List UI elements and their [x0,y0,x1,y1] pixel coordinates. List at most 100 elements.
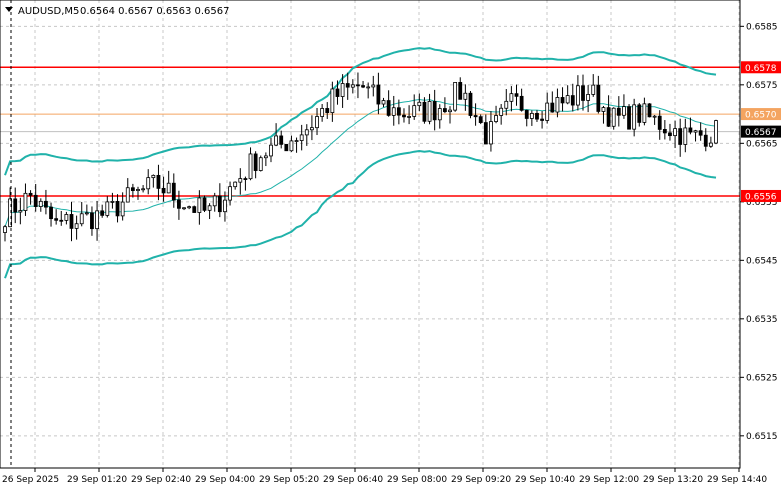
candle-body [100,210,105,216]
candle-body [146,177,151,190]
candle-body [575,85,580,106]
candle-body [529,112,534,119]
candle-body [565,95,570,104]
candle-body [315,116,319,129]
candle-body [207,205,212,211]
candle-body [535,112,539,120]
candle-body [555,97,560,113]
candle-body [683,127,688,145]
chart-symbol: AUDUSD,M5 [18,6,79,17]
x-tick-label: 29 Sep 12:00 [579,475,639,485]
candle-body [627,106,631,130]
candle-body [616,107,621,116]
candle-body [463,92,468,100]
x-tick-label: 29 Sep 05:20 [259,475,319,485]
candle-body [376,84,381,105]
y-tick-label: 0.6565 [746,139,778,149]
candle-body [95,210,99,230]
candle-body [371,84,376,88]
candle-body [652,115,657,118]
candle-body [591,84,596,95]
candle-body [519,95,524,111]
candle-body [412,105,417,117]
candle-body [197,197,202,213]
candle-body [453,82,458,111]
x-tick-label: 29 Sep 06:40 [323,475,383,485]
candle-body [668,132,672,137]
candle-body [171,182,176,201]
candle-body [458,82,463,100]
candle-body [478,116,483,123]
candle-body [263,155,268,159]
candle-body [422,101,427,122]
candle-body [79,213,84,225]
candle-body [489,121,493,145]
candle-body [156,174,161,189]
candle-body [688,127,693,133]
candle-body [115,200,120,217]
y-tick-label: 0.6545 [746,256,778,266]
level-tag-label: 0.6570 [745,111,777,121]
x-tick-label: 29 Sep 14:40 [707,475,767,485]
candle-body [345,83,350,88]
candle-body [44,200,48,208]
candle-body [269,144,273,157]
candle-body [177,199,181,209]
candle-body [13,198,18,213]
y-tick-label: 0.6535 [746,315,778,325]
candle-body [570,95,575,106]
price-chart[interactable]: 0.65850.65750.65650.65550.65450.65350.65… [0,0,781,489]
candle-body [483,122,488,145]
candle-body [601,107,606,112]
candle-body [3,226,7,233]
candle-body [335,88,340,97]
candle-body [330,88,335,113]
candle-body [202,197,207,211]
candle-body [657,115,662,130]
candle-body [693,130,698,133]
candle-body [90,212,94,230]
x-tick-label: 29 Sep 13:20 [643,475,703,485]
candle-body [356,84,360,87]
candle-body [284,143,289,152]
candle-body [223,199,227,213]
candle-body [233,181,238,188]
candle-body [192,206,197,213]
candle-body [23,192,28,211]
candle-body [325,108,330,113]
candle-body [64,214,69,221]
candle-body [279,135,284,145]
candle-body [182,207,186,210]
y-tick-label: 0.6575 [746,81,778,91]
candle-body [642,103,647,123]
candle-body [432,101,437,121]
candle-body [274,135,279,146]
candle-body [524,109,529,119]
candle-body [504,100,509,109]
candle-body [468,92,473,116]
candle-body [74,223,79,229]
candle-body [320,108,325,117]
candle-body [217,195,222,213]
candle-body [698,130,703,136]
level-tag-label: 0.6578 [745,64,777,74]
candle-body [110,200,115,203]
candle-body [550,102,555,113]
candle-body [437,108,442,121]
candle-body [28,192,33,196]
x-tick-label: 29 Sep 10:40 [515,475,575,485]
candle-body [581,85,585,101]
candle-body [442,108,447,113]
candle-body [59,219,64,222]
candle-body [350,84,355,88]
y-tick-label: 0.6525 [746,373,778,383]
candle-body [120,201,125,217]
candle-body [38,200,43,207]
candle-body [49,206,53,220]
candle-body [381,100,386,105]
candle-body [130,187,135,191]
y-tick-label: 0.6585 [746,22,778,32]
candle-body [340,83,345,97]
y-tick-label: 0.6515 [746,432,778,442]
candle-body [136,189,140,191]
